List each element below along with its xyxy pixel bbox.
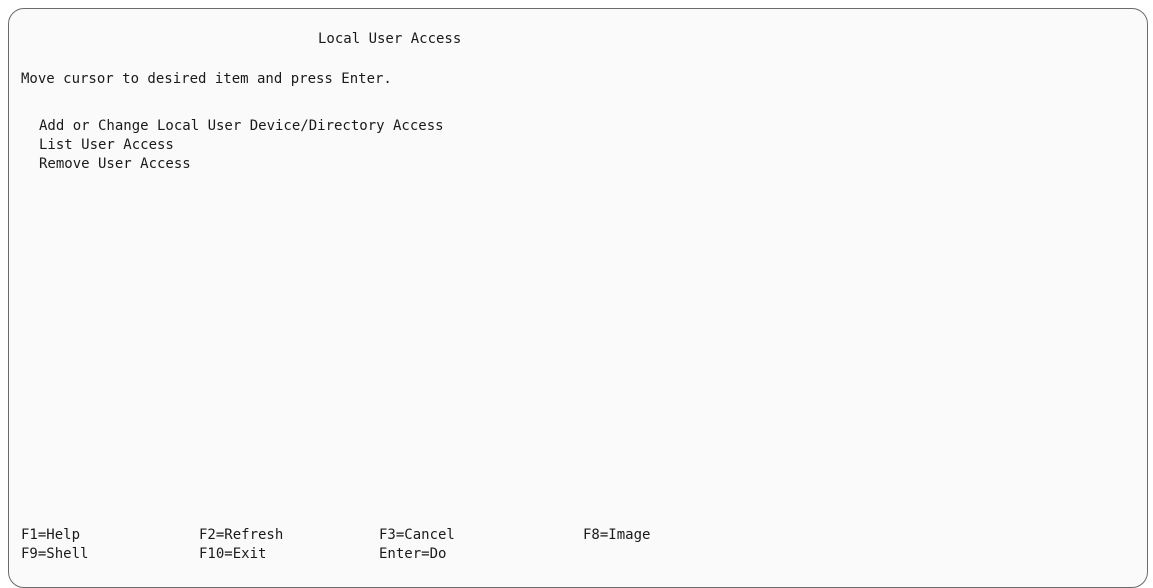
menu-list: Add or Change Local User Device/Director… [39,117,444,174]
instructions-text: Move cursor to desired item and press En… [21,71,392,87]
enter-do-key[interactable]: Enter=Do [379,545,446,564]
menu-item-list-user-access[interactable]: List User Access [39,136,444,155]
f10-exit-key[interactable]: F10=Exit [199,545,266,564]
f9-shell-key[interactable]: F9=Shell [21,545,88,564]
screen-title: Local User Access [318,31,462,47]
terminal-screen: Local User Access Move cursor to desired… [8,8,1148,588]
menu-item-add-or-change-access[interactable]: Add or Change Local User Device/Director… [39,117,444,136]
f3-cancel-key[interactable]: F3=Cancel [379,526,455,545]
f8-image-key[interactable]: F8=Image [583,526,650,545]
f2-refresh-key[interactable]: F2=Refresh [199,526,283,545]
f1-help-key[interactable]: F1=Help [21,526,80,545]
menu-item-remove-user-access[interactable]: Remove User Access [39,155,444,174]
